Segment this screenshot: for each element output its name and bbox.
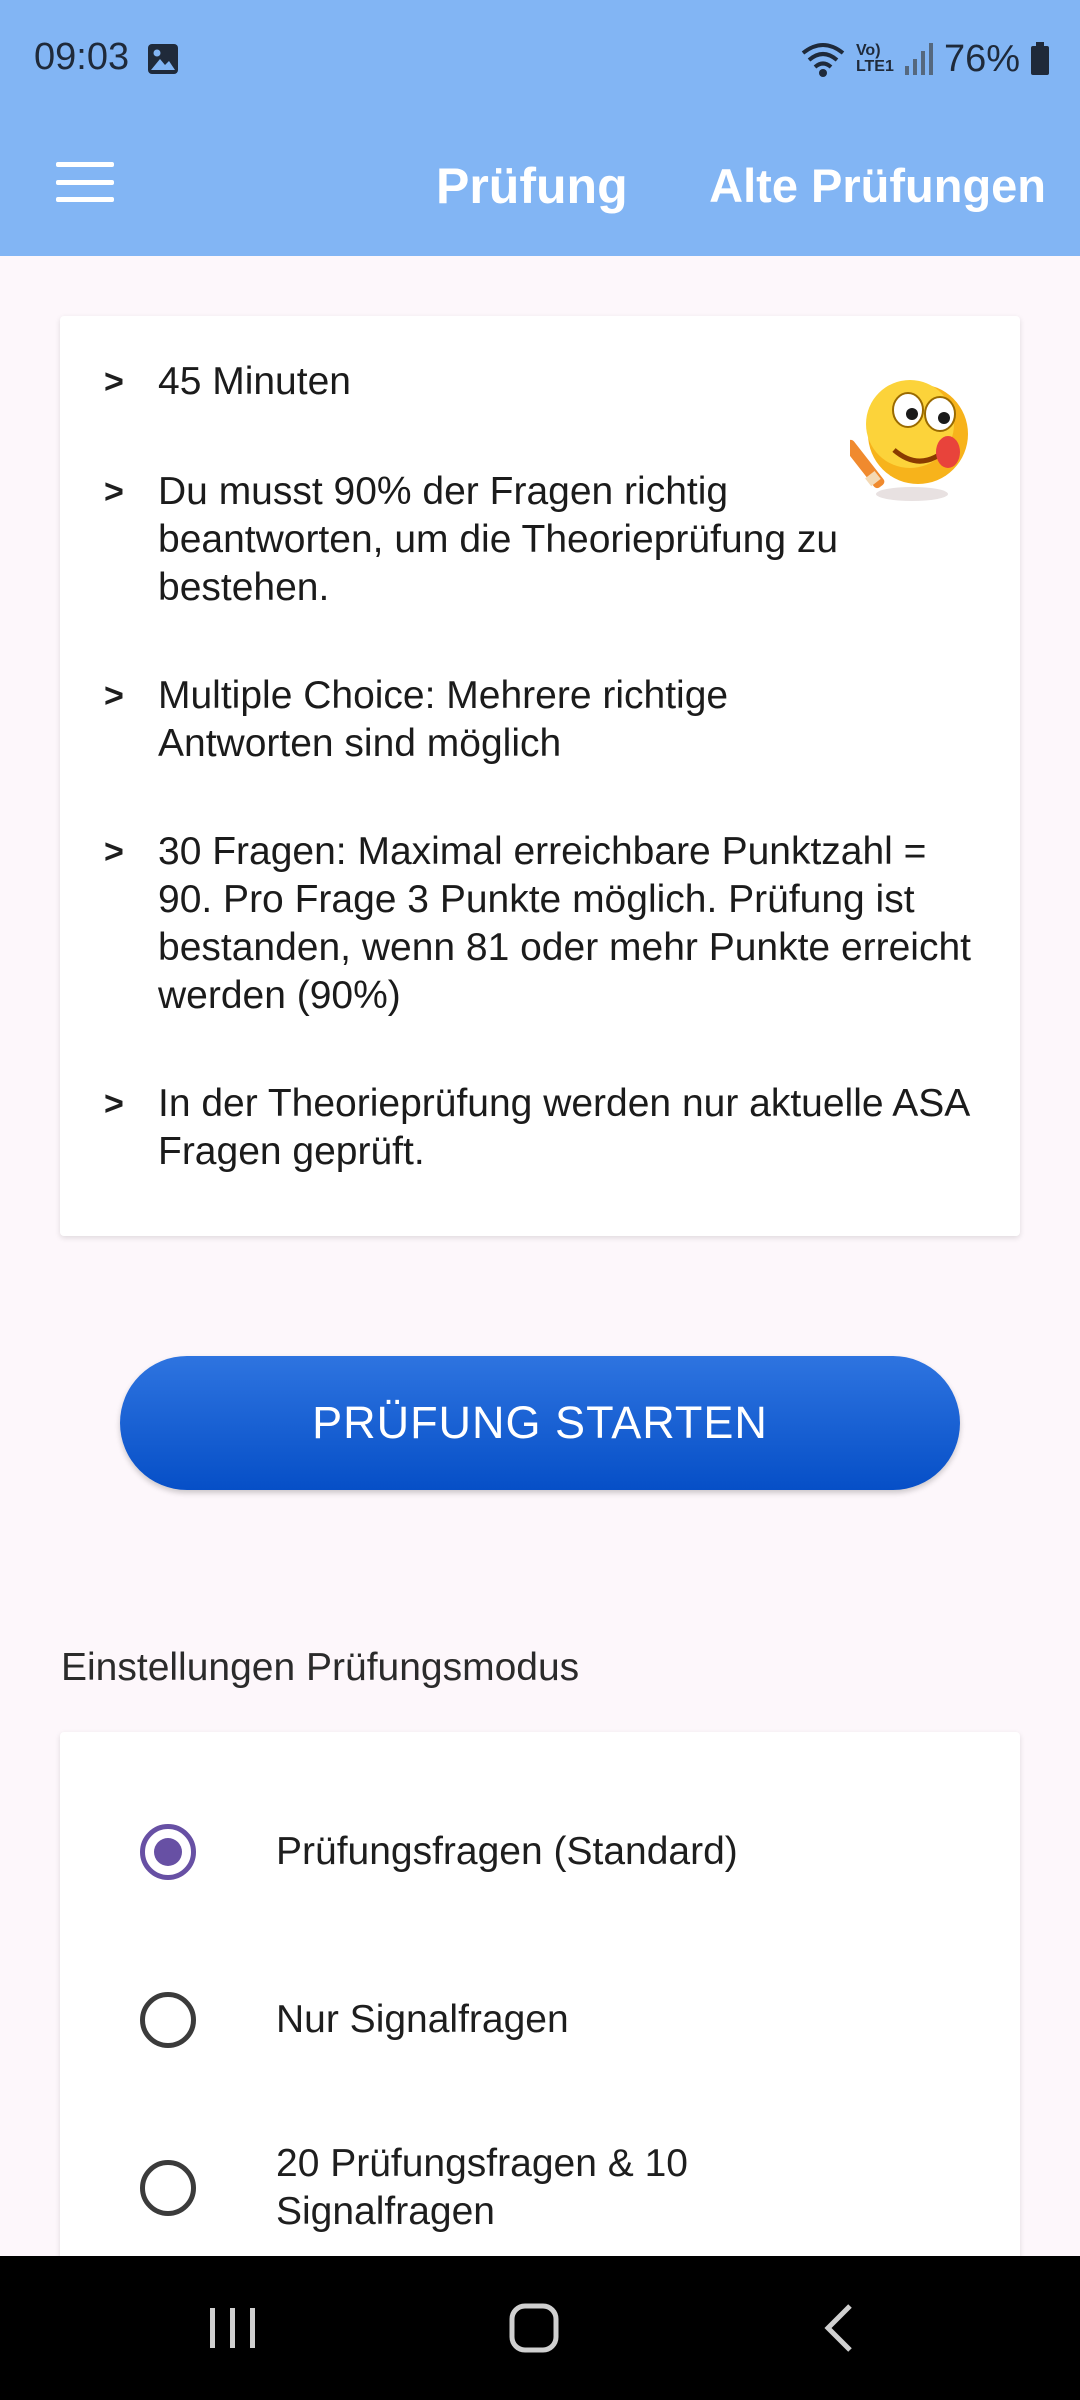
old-exams-button[interactable]: Alte Prüfungen <box>709 146 1046 226</box>
status-time: 09:03 <box>34 36 130 78</box>
radio-button[interactable] <box>140 1992 196 2048</box>
battery-icon <box>1031 42 1049 75</box>
info-bullet: > <box>104 833 124 871</box>
image-icon <box>148 44 178 74</box>
info-text: Multiple Choice: Mehrere richtige Antwor… <box>158 674 729 765</box>
option-label: 20 Prüfungsfragen & 10 Signalfragen <box>276 2142 688 2233</box>
option-label: Prüfungsfragen (Standard) <box>276 1830 738 1873</box>
exam-mode-settings: Prüfungsfragen (Standard) Nur Signalfrag… <box>60 1732 1020 2292</box>
app-bar: Prüfung Alte Prüfungen <box>0 120 1080 256</box>
info-bullet: > <box>104 677 124 715</box>
status-indicators: Vo) LTE1 76% <box>800 36 1050 82</box>
page-title: Prüfung <box>436 158 628 214</box>
system-nav-bar <box>0 2256 1080 2400</box>
start-exam-button[interactable]: PRÜFUNG STARTEN <box>120 1356 960 1490</box>
info-text: 30 Fragen: Maximal erreichbare Punktzahl… <box>158 830 972 1017</box>
info-item: > Multiple Choice: Mehrere richtige Antw… <box>104 672 854 768</box>
radio-button-selected[interactable] <box>140 1824 196 1880</box>
wifi-icon <box>801 43 845 77</box>
battery-percent: 76% <box>943 37 1020 80</box>
signal-icon <box>904 43 933 75</box>
menu-icon[interactable] <box>56 154 114 210</box>
settings-heading: Einstellungen Prüfungsmodus <box>61 1646 580 1689</box>
info-item: > Du musst 90% der Fragen richtig beantw… <box>104 468 964 612</box>
exam-info-card: > 45 Minuten > Du musst 90% der Fragen r… <box>60 316 1020 1236</box>
info-bullet: > <box>104 363 124 401</box>
info-bullet: > <box>104 473 124 511</box>
radio-button[interactable] <box>140 2160 196 2216</box>
info-text: Du musst 90% der Fragen richtig beantwor… <box>158 470 839 609</box>
option-label: Nur Signalfragen <box>276 1998 569 2041</box>
back-icon[interactable] <box>800 2296 880 2360</box>
option-mixed[interactable]: 20 Prüfungsfragen & 10 Signalfragen <box>60 2120 1020 2260</box>
recents-icon[interactable] <box>192 2296 272 2360</box>
status-bar: 09:03 Vo) LTE1 76% <box>0 0 1080 120</box>
option-standard[interactable]: Prüfungsfragen (Standard) <box>60 1784 1020 1924</box>
option-signal-only[interactable]: Nur Signalfragen <box>60 1952 1020 2092</box>
home-icon[interactable] <box>494 2296 574 2360</box>
info-item: > In der Theorieprüfung werden nur aktue… <box>104 1080 984 1176</box>
emoji-icon <box>850 380 968 501</box>
network-label: Vo) LTE1 <box>855 42 894 75</box>
info-bullet: > <box>104 1085 124 1123</box>
info-item: > 30 Fragen: Maximal erreichbare Punktza… <box>104 828 984 1020</box>
info-text: In der Theorieprüfung werden nur aktuell… <box>158 1082 969 1173</box>
